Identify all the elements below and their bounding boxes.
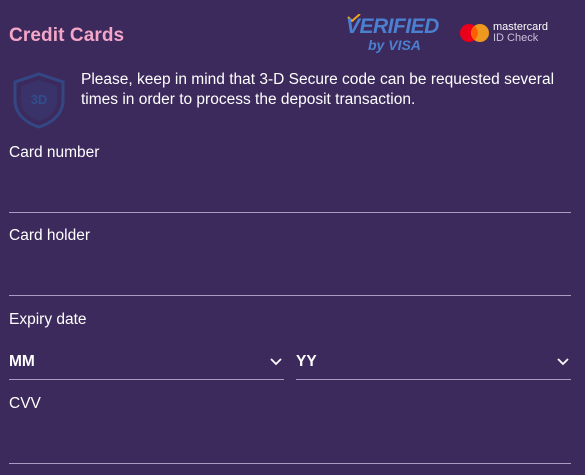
mastercard-id-check: ID Check: [493, 32, 539, 44]
mastercard-circles-icon: [460, 24, 489, 42]
mastercard-text: mastercard ID Check: [493, 22, 548, 44]
3ds-notice: 3D Please, keep in mind that 3-D Secure …: [9, 70, 579, 130]
cvv-label: CVV: [9, 395, 41, 412]
svg-text:3D: 3D: [31, 92, 48, 107]
card-number-group: Card number: [9, 144, 571, 214]
card-number-label: Card number: [9, 144, 100, 161]
expiry-year-value: YY: [296, 353, 317, 370]
expiry-year-select[interactable]: YY: [296, 349, 571, 380]
mastercard-id-check-logo: mastercard ID Check: [459, 20, 579, 52]
card-holder-input[interactable]: [9, 265, 571, 296]
shield-3ds-icon: 3D: [13, 72, 65, 129]
expiry-month-value: MM: [9, 353, 35, 370]
visa-verified-text: VERIFIED: [346, 15, 439, 38]
expiry-date-group: Expiry date MM YY: [9, 311, 571, 381]
header: Credit Cards VERIFIED by VISA mastercard…: [9, 14, 579, 58]
notice-text: Please, keep in mind that 3-D Secure cod…: [81, 71, 555, 108]
chevron-down-icon: [557, 358, 569, 366]
card-holder-group: Card holder: [9, 227, 571, 297]
chevron-down-icon: [270, 358, 282, 366]
cvv-input[interactable]: [9, 433, 571, 464]
page-title: Credit Cards: [9, 25, 125, 46]
expiry-date-label: Expiry date: [9, 311, 87, 328]
card-number-input[interactable]: [9, 182, 571, 213]
visa-by-text: by VISA: [368, 37, 421, 53]
card-holder-label: Card holder: [9, 227, 90, 244]
cvv-group: CVV: [9, 395, 571, 465]
verified-by-visa-logo: VERIFIED by VISA: [346, 14, 439, 56]
expiry-month-select[interactable]: MM: [9, 349, 284, 380]
